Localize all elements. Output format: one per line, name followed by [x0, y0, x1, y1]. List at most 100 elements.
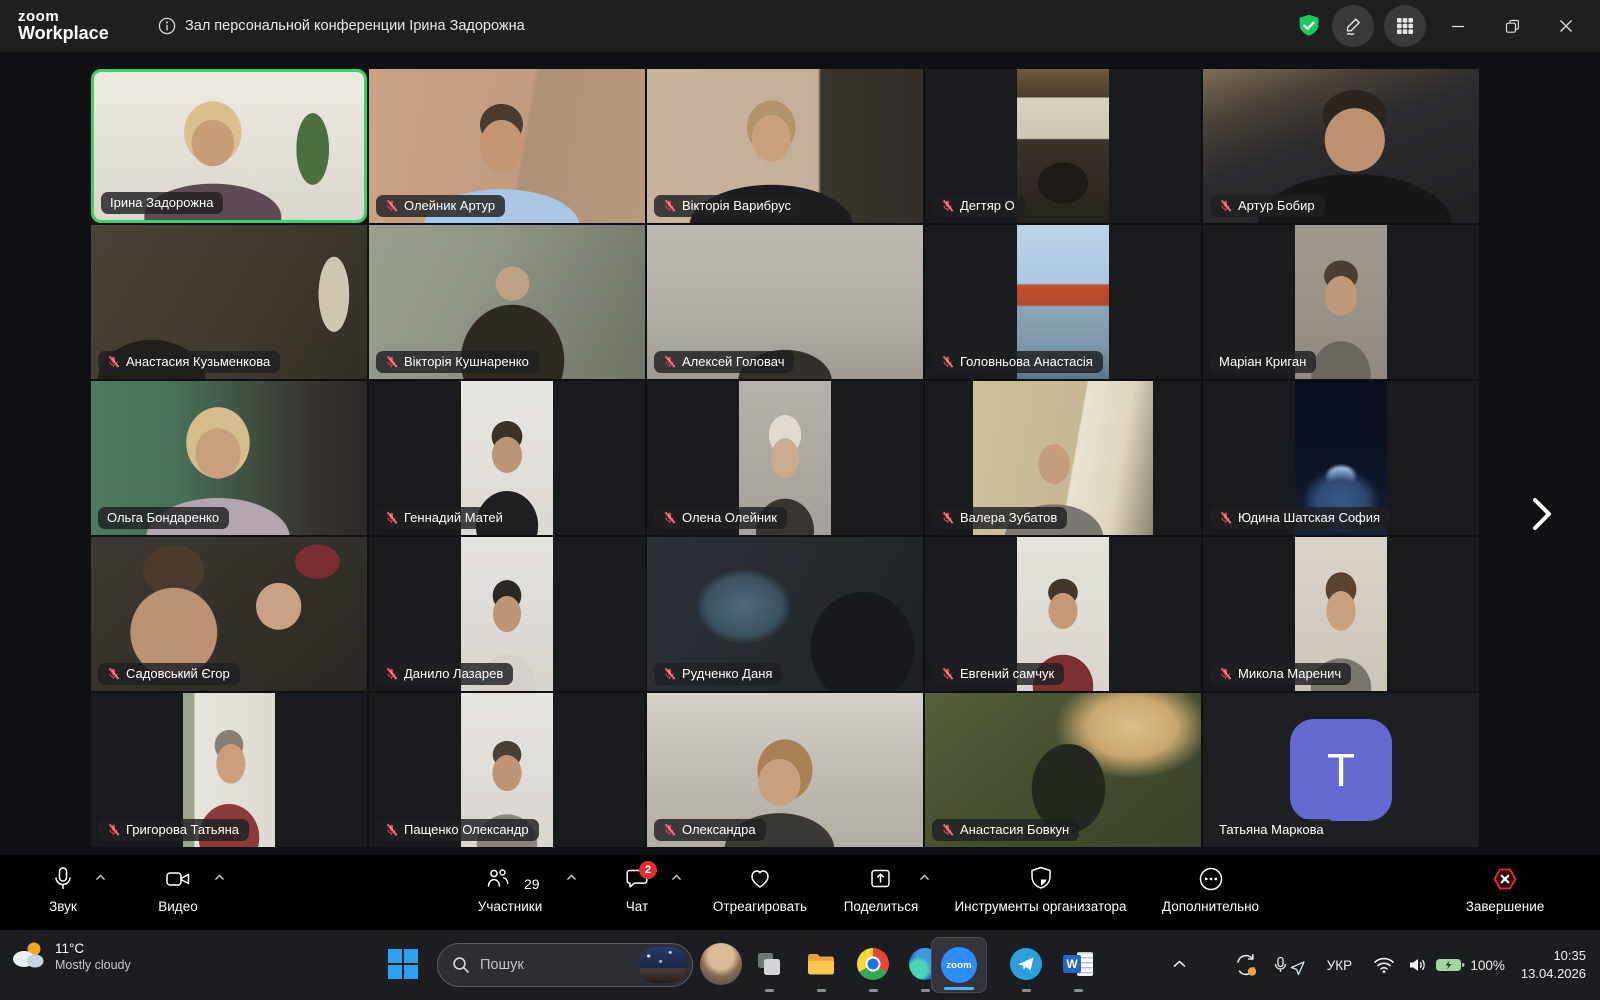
- chat-button[interactable]: 2 Чат: [597, 862, 677, 914]
- participant-tile[interactable]: Маріан Криган: [1203, 225, 1479, 379]
- start-button[interactable]: [386, 947, 420, 981]
- participants-label: Участники: [478, 899, 543, 914]
- participant-tile[interactable]: Валера Зубатов: [925, 381, 1201, 535]
- participant-tile[interactable]: Алексей Головач: [647, 225, 923, 379]
- share-screen-button[interactable]: Поделиться: [838, 862, 924, 914]
- language-label: УКР: [1327, 958, 1352, 973]
- participant-tile[interactable]: Вікторія Варибрус: [647, 69, 923, 223]
- participant-name: Анастасия Бовкун: [960, 822, 1069, 837]
- chrome-button[interactable]: [852, 943, 894, 985]
- weather-condition: Mostly cloudy: [55, 958, 131, 972]
- clock-date: 13.04.2026: [1521, 965, 1586, 983]
- file-explorer-button[interactable]: [800, 943, 842, 985]
- participant-tile[interactable]: Данило Лазарев: [369, 537, 645, 691]
- participant-tile[interactable]: Олена Олейник: [647, 381, 923, 535]
- participant-tile[interactable]: Анастасия Кузьменкова: [91, 225, 367, 379]
- share-menu-caret[interactable]: [919, 874, 930, 881]
- security-shield-icon[interactable]: [1296, 13, 1322, 39]
- participant-tile[interactable]: Дегтяр О: [925, 69, 1201, 223]
- close-button[interactable]: [1544, 5, 1588, 47]
- next-page-button[interactable]: [1530, 492, 1566, 536]
- audio-button[interactable]: Звук: [30, 862, 96, 914]
- search-icon: [452, 956, 470, 974]
- task-view-button[interactable]: [748, 943, 790, 985]
- annotate-button[interactable]: [1332, 5, 1374, 47]
- language-indicator[interactable]: УКР: [1311, 958, 1367, 973]
- meeting-toolbar: Звук Видео 29 Участники: [0, 855, 1600, 930]
- telegram-button[interactable]: [1005, 943, 1047, 985]
- taskbar-user-avatar[interactable]: [700, 943, 742, 985]
- host-tools-shield-icon: [1028, 865, 1054, 893]
- battery-indicator[interactable]: 100%: [1435, 955, 1505, 975]
- participant-name-pill: Артур Бобир: [1210, 195, 1325, 217]
- participants-menu-caret[interactable]: [566, 874, 577, 881]
- participants-button[interactable]: 29 Участники: [458, 862, 562, 914]
- participant-tile[interactable]: Юдина Шатская София: [1203, 381, 1479, 535]
- participant-name: Ольга Бондаренко: [107, 510, 219, 525]
- more-button[interactable]: Дополнительно: [1153, 862, 1268, 914]
- sync-status-button[interactable]: [1225, 952, 1267, 978]
- weather-widget[interactable]: 11°C Mostly cloudy: [10, 940, 131, 972]
- mic-muted-icon: [385, 199, 398, 213]
- video-button[interactable]: Видео: [138, 862, 218, 914]
- participant-name-pill: Олейник Артур: [376, 195, 505, 217]
- tray-mic-icon: [1273, 956, 1288, 974]
- react-button[interactable]: Отреагировать: [705, 862, 815, 914]
- search-highlight-image[interactable]: [639, 947, 687, 983]
- participant-tile[interactable]: Артур Бобир: [1203, 69, 1479, 223]
- restore-button[interactable]: [1490, 5, 1534, 47]
- meeting-info-icon[interactable]: [158, 17, 176, 35]
- participant-name: Валера Зубатов: [960, 510, 1057, 525]
- logo-workplace-text: Workplace: [18, 24, 109, 42]
- host-tools-button[interactable]: Инструменты организатора: [943, 862, 1138, 914]
- tray-overflow-button[interactable]: [1158, 943, 1200, 985]
- minimize-button[interactable]: [1436, 5, 1480, 47]
- mic-muted-icon: [941, 199, 954, 213]
- participant-name: Евгений самчук: [960, 666, 1054, 681]
- participant-name: Ірина Задорожна: [110, 195, 213, 210]
- participant-tile[interactable]: Головньова Анастасія: [925, 225, 1201, 379]
- participant-tile[interactable]: Геннадий Матей: [369, 381, 645, 535]
- participant-tile[interactable]: Микола Маренич: [1203, 537, 1479, 691]
- participant-tile[interactable]: Вікторія Кушнаренко: [369, 225, 645, 379]
- participant-tile[interactable]: Ірина Задорожна: [91, 69, 367, 223]
- taskbar-clock[interactable]: 10:35 13.04.2026: [1521, 947, 1586, 982]
- participant-name-pill: Анастасия Бовкун: [932, 819, 1079, 841]
- participant-name-pill: Валера Зубатов: [932, 507, 1067, 529]
- mic-muted-icon: [107, 355, 120, 369]
- participant-name-pill: Юдина Шатская София: [1210, 507, 1390, 529]
- meeting-title: Зал персональной конференции Ірина Задор…: [185, 18, 525, 34]
- participant-name-pill: Садовський Єгор: [98, 663, 240, 685]
- zoom-app-button-active[interactable]: zoom: [931, 937, 987, 993]
- end-meeting-button[interactable]: Завершение: [1455, 862, 1555, 914]
- battery-percent: 100%: [1470, 958, 1505, 973]
- participant-tile[interactable]: Пащенко Олександр: [369, 693, 645, 847]
- clock-time: 10:35: [1521, 947, 1586, 965]
- end-meeting-icon: [1491, 865, 1519, 893]
- heart-icon: [746, 865, 774, 893]
- wifi-button[interactable]: [1367, 956, 1401, 974]
- search-box[interactable]: Пошук: [437, 943, 693, 987]
- gallery-view-button[interactable]: [1384, 5, 1426, 47]
- audio-menu-caret[interactable]: [95, 874, 106, 881]
- mic-in-use-indicator[interactable]: [1267, 954, 1311, 976]
- word-button[interactable]: W: [1057, 943, 1099, 985]
- participant-name: Дегтяр О: [960, 198, 1015, 213]
- host-tools-label: Инструменты организатора: [954, 899, 1126, 914]
- react-label: Отреагировать: [713, 899, 807, 914]
- participant-tile[interactable]: Садовський Єгор: [91, 537, 367, 691]
- participant-tile[interactable]: Григорова Татьяна: [91, 693, 367, 847]
- volume-button[interactable]: [1401, 956, 1435, 974]
- video-menu-caret[interactable]: [214, 874, 225, 881]
- participant-tile[interactable]: T Татьяна Маркова: [1203, 693, 1479, 847]
- participant-tile[interactable]: Олейник Артур: [369, 69, 645, 223]
- participant-tile[interactable]: Евгений самчук: [925, 537, 1201, 691]
- participant-tile[interactable]: Рудченко Даня: [647, 537, 923, 691]
- participant-tile[interactable]: Олександра: [647, 693, 923, 847]
- zoom-app-active-indicator: [944, 987, 974, 991]
- participant-name: Головньова Анастасія: [960, 354, 1093, 369]
- participant-tile[interactable]: Анастасия Бовкун: [925, 693, 1201, 847]
- participant-tile[interactable]: Ольга Бондаренко: [91, 381, 367, 535]
- chat-menu-caret[interactable]: [671, 874, 682, 881]
- participant-name-pill: Дегтяр О: [932, 195, 1025, 217]
